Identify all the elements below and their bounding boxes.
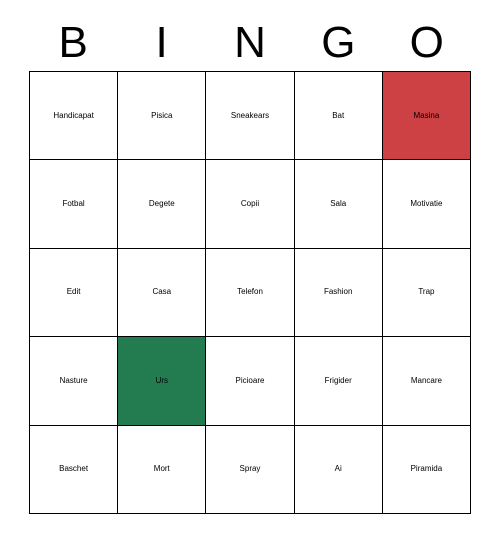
bingo-cell-label: Pisica [151,110,173,120]
bingo-cell-r5-c4[interactable]: Ai [294,425,383,514]
bingo-cell-label: Bat [332,110,345,120]
bingo-cell-r4-c2[interactable]: Urs [118,337,207,426]
bingo-cell-r1-c5[interactable]: Masina [382,72,471,161]
bingo-cell-r2-c2[interactable]: Degete [118,160,207,249]
bingo-cell-label: Nasture [59,375,88,385]
bingo-cell-r1-c4[interactable]: Bat [294,72,383,161]
bingo-cell-label: Mort [153,464,170,474]
bingo-cell-label: Sneakears [230,110,270,120]
bingo-card: B I N G O Handicapat Pisica Sneakears Bat Ma… [0,0,500,544]
bingo-cell-label: Piramida [410,464,443,474]
bingo-cell-r2-c3[interactable]: Copii [206,160,295,249]
bingo-header-letter-b: B [58,17,88,67]
bingo-cell-label: Urs [155,375,169,385]
bingo-cell-label: Fotbal [62,198,85,208]
bingo-cell-label: Motivatie [410,198,443,208]
bingo-cell-r4-c4[interactable]: Frigider [294,337,383,426]
bingo-cell-label: Copii [240,198,260,208]
bingo-cell-label: Baschet [59,464,89,474]
bingo-cell-r2-c4[interactable]: Sala [294,160,383,249]
bingo-cell-r1-c1[interactable]: Handicapat [30,72,119,161]
bingo-cell-r4-c5[interactable]: Mancare [382,337,471,426]
bingo-cell-label: Mancare [410,375,442,385]
bingo-cell-label: Ai [334,464,342,474]
bingo-cell-r1-c2[interactable]: Pisica [118,72,207,161]
bingo-cell-r4-c3[interactable]: Picioare [206,337,295,426]
bingo-cell-label: Sala [330,198,347,208]
bingo-cell-r3-c1[interactable]: Edit [30,248,119,338]
bingo-cell-label: Trap [418,287,435,297]
bingo-header-letter-o: O [409,17,444,67]
bingo-cell-r5-c5[interactable]: Piramida [382,425,471,514]
bingo-cell-label: Masina [413,110,440,120]
bingo-header-letter-g: G [321,17,356,67]
bingo-cell-label: Handicapat [53,110,94,120]
bingo-cell-label: Casa [152,287,172,297]
bingo-cell-r4-c1[interactable]: Nasture [30,337,119,426]
bingo-cell-r5-c1[interactable]: Baschet [30,425,119,514]
bingo-cell-label: Telefon [237,287,263,297]
bingo-cell-label: Frigider [324,375,352,385]
bingo-header-row: B I N G O [29,14,471,71]
bingo-cell-r3-c2[interactable]: Casa [118,248,207,338]
bingo-cell-label: Degete [148,198,175,208]
bingo-header-letter-i: I [155,17,168,67]
bingo-header-letter-n: N [234,17,266,67]
bingo-cell-r2-c5[interactable]: Motivatie [382,160,471,249]
bingo-cell-r1-c3[interactable]: Sneakears [206,72,295,161]
bingo-cell-r5-c2[interactable]: Mort [118,425,207,514]
bingo-cell-label: Picioare [235,375,265,385]
bingo-grid: Handicapat Pisica Sneakears Bat Masina Fotbal… [29,71,471,514]
bingo-cell-r2-c1[interactable]: Fotbal [30,160,119,249]
bingo-cell-label: Fashion [323,287,353,297]
bingo-cell-r3-c3[interactable]: Telefon [206,248,295,338]
bingo-cell-r3-c5[interactable]: Trap [382,248,471,338]
bingo-cell-r3-c4[interactable]: Fashion [294,248,383,338]
bingo-cell-label: Edit [66,287,81,297]
bingo-cell-r5-c3[interactable]: Spray [206,425,295,514]
bingo-cell-label: Spray [239,464,261,474]
